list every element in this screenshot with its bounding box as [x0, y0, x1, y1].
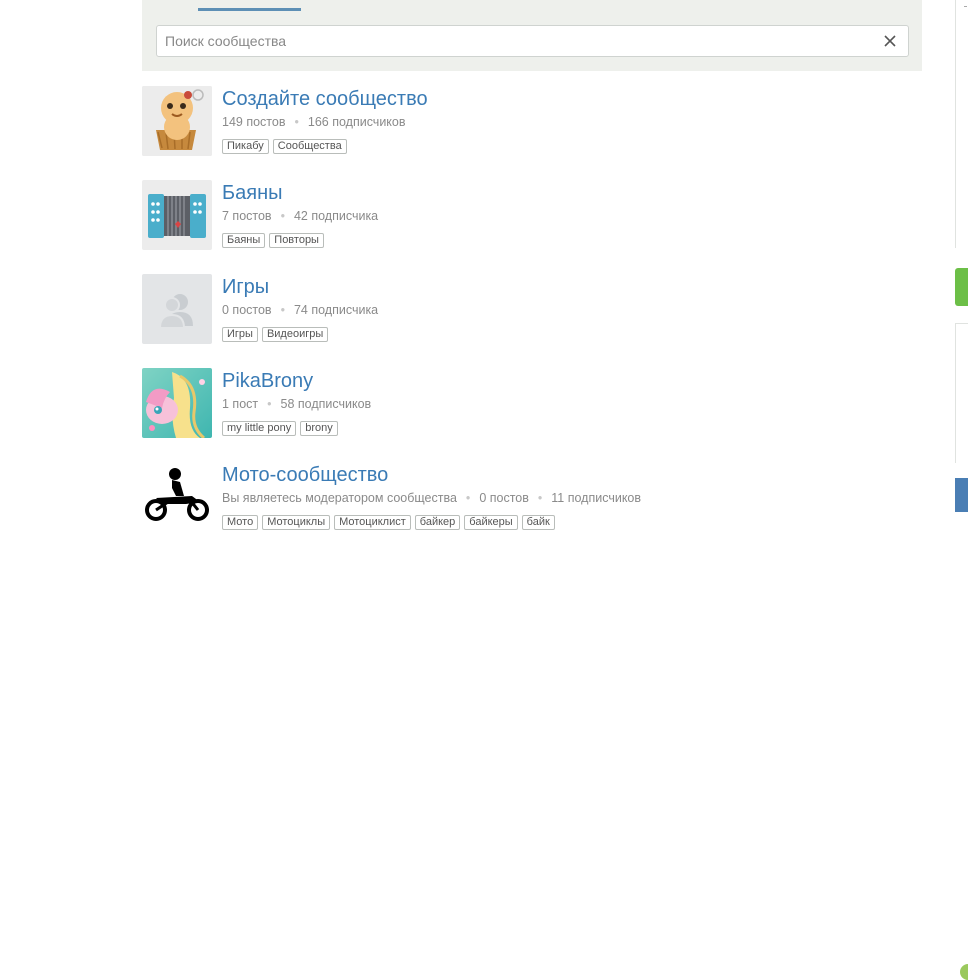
community-avatar-moto[interactable]: [142, 462, 212, 532]
tag[interactable]: my little pony: [222, 421, 297, 436]
accordion-icon: [142, 180, 212, 250]
bullet-separator: •: [465, 491, 471, 505]
community-name[interactable]: PikaBrony: [222, 368, 313, 394]
users-placeholder-icon: [142, 274, 212, 344]
tag[interactable]: Мото: [222, 515, 259, 530]
sidebar-panel: [955, 0, 968, 248]
sidebar-panel-2: [955, 323, 968, 463]
post-count: 1 пост: [222, 397, 259, 411]
tag[interactable]: brony: [300, 421, 338, 436]
close-icon: [884, 35, 896, 47]
bullet-separator: •: [280, 303, 285, 317]
tag[interactable]: Баяны: [222, 233, 266, 248]
community-tags: Пикабу Сообщества: [222, 136, 351, 154]
active-tab-indicator: [198, 8, 301, 11]
subscriber-count: 58 подписчиков: [280, 397, 372, 411]
community-name[interactable]: Мото-сообщество: [222, 462, 388, 488]
tag[interactable]: Видеоигры: [261, 327, 329, 342]
tag[interactable]: Игры: [222, 327, 258, 342]
community-item: Баяны 7 постов • 42 подписчика Баяны Повтор…: [142, 180, 842, 252]
clear-search-button[interactable]: [880, 31, 900, 51]
sidebar-green-button[interactable]: [955, 268, 968, 306]
divider: [964, 6, 967, 7]
community-avatar-accordion[interactable]: [142, 180, 212, 250]
subscriber-count: 11 подписчиков: [551, 491, 642, 505]
search-input[interactable]: [165, 26, 865, 56]
right-sidebar: [955, 0, 968, 980]
community-item: Мото-сообщество Вы являетесь модератором…: [142, 462, 842, 534]
bullet-separator: •: [280, 209, 285, 223]
community-item: Создайте сообщество 149 постов • 166 подпи…: [142, 86, 842, 158]
post-count: 0 постов: [222, 303, 272, 317]
cupcake-mascot-icon: [142, 86, 212, 156]
subscriber-count: 74 подписчика: [293, 303, 379, 317]
tag[interactable]: Мотоциклист: [334, 515, 411, 530]
pony-art-icon: [142, 368, 212, 438]
community-meta: 0 постов • 74 подписчика: [222, 302, 378, 318]
community-item: PikaBrony 1 пост • 58 подписчиков my littl…: [142, 368, 842, 440]
post-count: 7 постов: [222, 209, 272, 223]
tag[interactable]: байк: [521, 515, 555, 530]
community-meta: 149 постов • 166 подписчиков: [222, 114, 406, 130]
bullet-separator: •: [267, 397, 272, 411]
community-avatar-pony[interactable]: [142, 368, 212, 438]
tag[interactable]: Мотоциклы: [262, 515, 331, 530]
tag[interactable]: байкеры: [464, 515, 518, 530]
community-avatar-placeholder[interactable]: [142, 274, 212, 344]
sidebar-user-block[interactable]: [955, 478, 968, 980]
tag[interactable]: байкер: [414, 515, 461, 530]
community-name[interactable]: Баяны: [222, 180, 283, 206]
moderator-note: Вы являетесь модератором сообщества: [222, 491, 457, 505]
tag[interactable]: Повторы: [269, 233, 324, 248]
tag[interactable]: Пикабу: [222, 139, 269, 154]
tag[interactable]: Сообщества: [272, 139, 347, 154]
community-name[interactable]: Создайте сообщество: [222, 86, 428, 112]
subscriber-count: 42 подписчика: [293, 209, 379, 223]
community-tags: Баяны Повторы: [222, 230, 328, 248]
bullet-separator: •: [537, 491, 543, 505]
community-name[interactable]: Игры: [222, 274, 269, 300]
community-meta: 7 постов • 42 подписчика: [222, 208, 378, 224]
community-tags: my little pony brony: [222, 418, 342, 436]
community-meta: 1 пост • 58 подписчиков: [222, 396, 371, 412]
community-item: Игры 0 постов • 74 подписчика Игры Видеоигр…: [142, 274, 842, 346]
bullet-separator: •: [294, 115, 299, 129]
community-avatar-cupcake[interactable]: [142, 86, 212, 156]
post-count: 0 постов: [479, 491, 529, 505]
community-meta: Вы являетесь модератором сообщества • 0 по…: [222, 490, 641, 506]
subscriber-count: 166 подписчиков: [307, 115, 406, 129]
search-box: [156, 25, 909, 57]
motorcycle-icon: [142, 462, 212, 532]
community-tags: Мото Мотоциклы Мотоциклист байкер байкеры бай…: [222, 512, 559, 530]
community-tags: Игры Видеоигры: [222, 324, 332, 342]
post-count: 149 постов: [222, 115, 286, 129]
avatar: [960, 964, 968, 980]
